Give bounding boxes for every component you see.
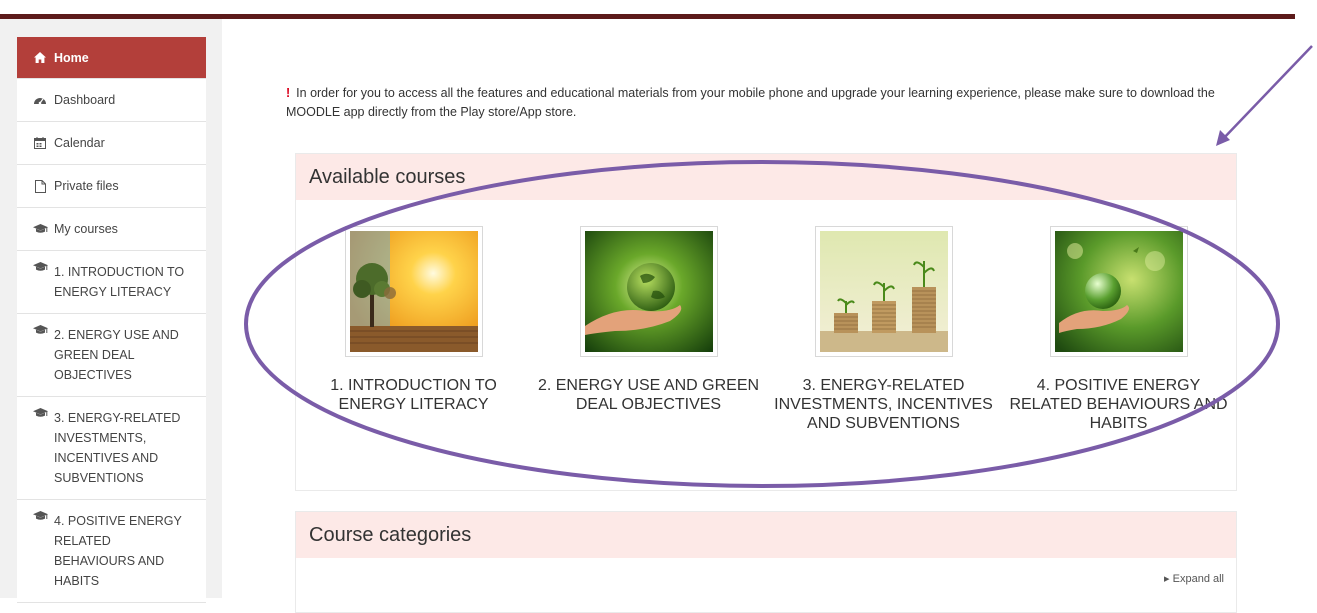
- sidebar-item-label: Dashboard: [54, 93, 116, 107]
- course-card[interactable]: 3. ENERGY-RELATED INVESTMENTS, INCENTIVE…: [766, 226, 1001, 433]
- exclamation-icon: !: [286, 86, 291, 100]
- sidebar-item-course-1[interactable]: 1. INTRODUCTION TO ENERGY LITERACY: [17, 251, 206, 314]
- course-card[interactable]: 2. ENERGY USE AND GREEN DEAL OBJECTIVES: [531, 226, 766, 433]
- sidebar-item-course-2[interactable]: 2. ENERGY USE AND GREEN DEAL OBJECTIVES: [17, 314, 206, 397]
- sidebar-item-private-files[interactable]: Private files: [17, 165, 206, 208]
- available-courses-title: Available courses: [296, 154, 1236, 200]
- course-categories-title: Course categories: [296, 512, 1236, 558]
- expand-all-label: Expand all: [1172, 573, 1224, 585]
- graduation-cap-icon: [32, 511, 48, 521]
- annotation-arrowhead-icon: [1216, 130, 1230, 146]
- course-title[interactable]: 3. ENERGY-RELATED INVESTMENTS, INCENTIVE…: [769, 376, 999, 433]
- course-list: 1. INTRODUCTION TO ENERGY LITERACY 2. EN…: [296, 200, 1236, 433]
- sidebar-item-course-4[interactable]: 4. POSITIVE ENERGY RELATED BEHAVIOURS AN…: [17, 500, 206, 603]
- calendar-icon: [32, 137, 48, 149]
- file-icon: [32, 179, 48, 193]
- sidebar-item-calendar[interactable]: Calendar: [17, 122, 206, 165]
- sidebar-item-my-courses[interactable]: My courses: [17, 208, 206, 251]
- hand-holding-globe-image[interactable]: [579, 226, 718, 357]
- graduation-cap-icon: [32, 408, 48, 418]
- graduation-cap-icon: [32, 325, 48, 335]
- home-icon: [32, 52, 48, 63]
- sidebar-item-label: 3. ENERGY-RELATED INVESTMENTS, INCENTIVE…: [54, 411, 181, 485]
- caret-right-icon: ▸: [1164, 573, 1170, 585]
- sidebar-item-label: 1. INTRODUCTION TO ENERGY LITERACY: [54, 265, 185, 299]
- course-title[interactable]: 1. INTRODUCTION TO ENERGY LITERACY: [299, 376, 529, 414]
- tree-and-sunset-image[interactable]: [344, 226, 483, 357]
- graduation-cap-icon: [32, 224, 48, 234]
- dashboard-icon: [32, 95, 48, 105]
- sidebar-item-label: Calendar: [54, 136, 105, 150]
- expand-all-link[interactable]: ▸ Expand all: [1164, 572, 1224, 585]
- course-card[interactable]: 1. INTRODUCTION TO ENERGY LITERACY: [296, 226, 531, 433]
- sidebar-item-course-3[interactable]: 3. ENERGY-RELATED INVESTMENTS, INCENTIVE…: [17, 397, 206, 500]
- sidebar-item-label: Home: [54, 50, 89, 65]
- available-courses-block: Available courses 1. INTRODUCTION TO ENE…: [295, 153, 1237, 491]
- course-card[interactable]: 4. POSITIVE ENERGY RELATED BEHAVIOURS AN…: [1001, 226, 1236, 433]
- sidebar-nav: Home Dashboard Calendar Private files My…: [17, 37, 206, 603]
- sidebar-item-label: Private files: [54, 179, 119, 193]
- hand-holding-glass-globe-image[interactable]: [1049, 226, 1188, 357]
- sidebar-item-label: 2. ENERGY USE AND GREEN DEAL OBJECTIVES: [54, 328, 179, 382]
- coin-stacks-with-plants-image[interactable]: [814, 226, 953, 357]
- sidebar-item-label: My courses: [54, 222, 118, 236]
- course-title[interactable]: 2. ENERGY USE AND GREEN DEAL OBJECTIVES: [534, 376, 764, 414]
- mobile-app-notice: ! In order for you to access all the feat…: [286, 84, 1246, 122]
- course-title[interactable]: 4. POSITIVE ENERGY RELATED BEHAVIOURS AN…: [1004, 376, 1234, 433]
- graduation-cap-icon: [32, 262, 48, 272]
- sidebar-item-home[interactable]: Home: [17, 37, 206, 79]
- sidebar-item-dashboard[interactable]: Dashboard: [17, 79, 206, 122]
- sidebar-item-label: 4. POSITIVE ENERGY RELATED BEHAVIOURS AN…: [54, 514, 182, 588]
- notice-text: In order for you to access all the featu…: [286, 86, 1215, 119]
